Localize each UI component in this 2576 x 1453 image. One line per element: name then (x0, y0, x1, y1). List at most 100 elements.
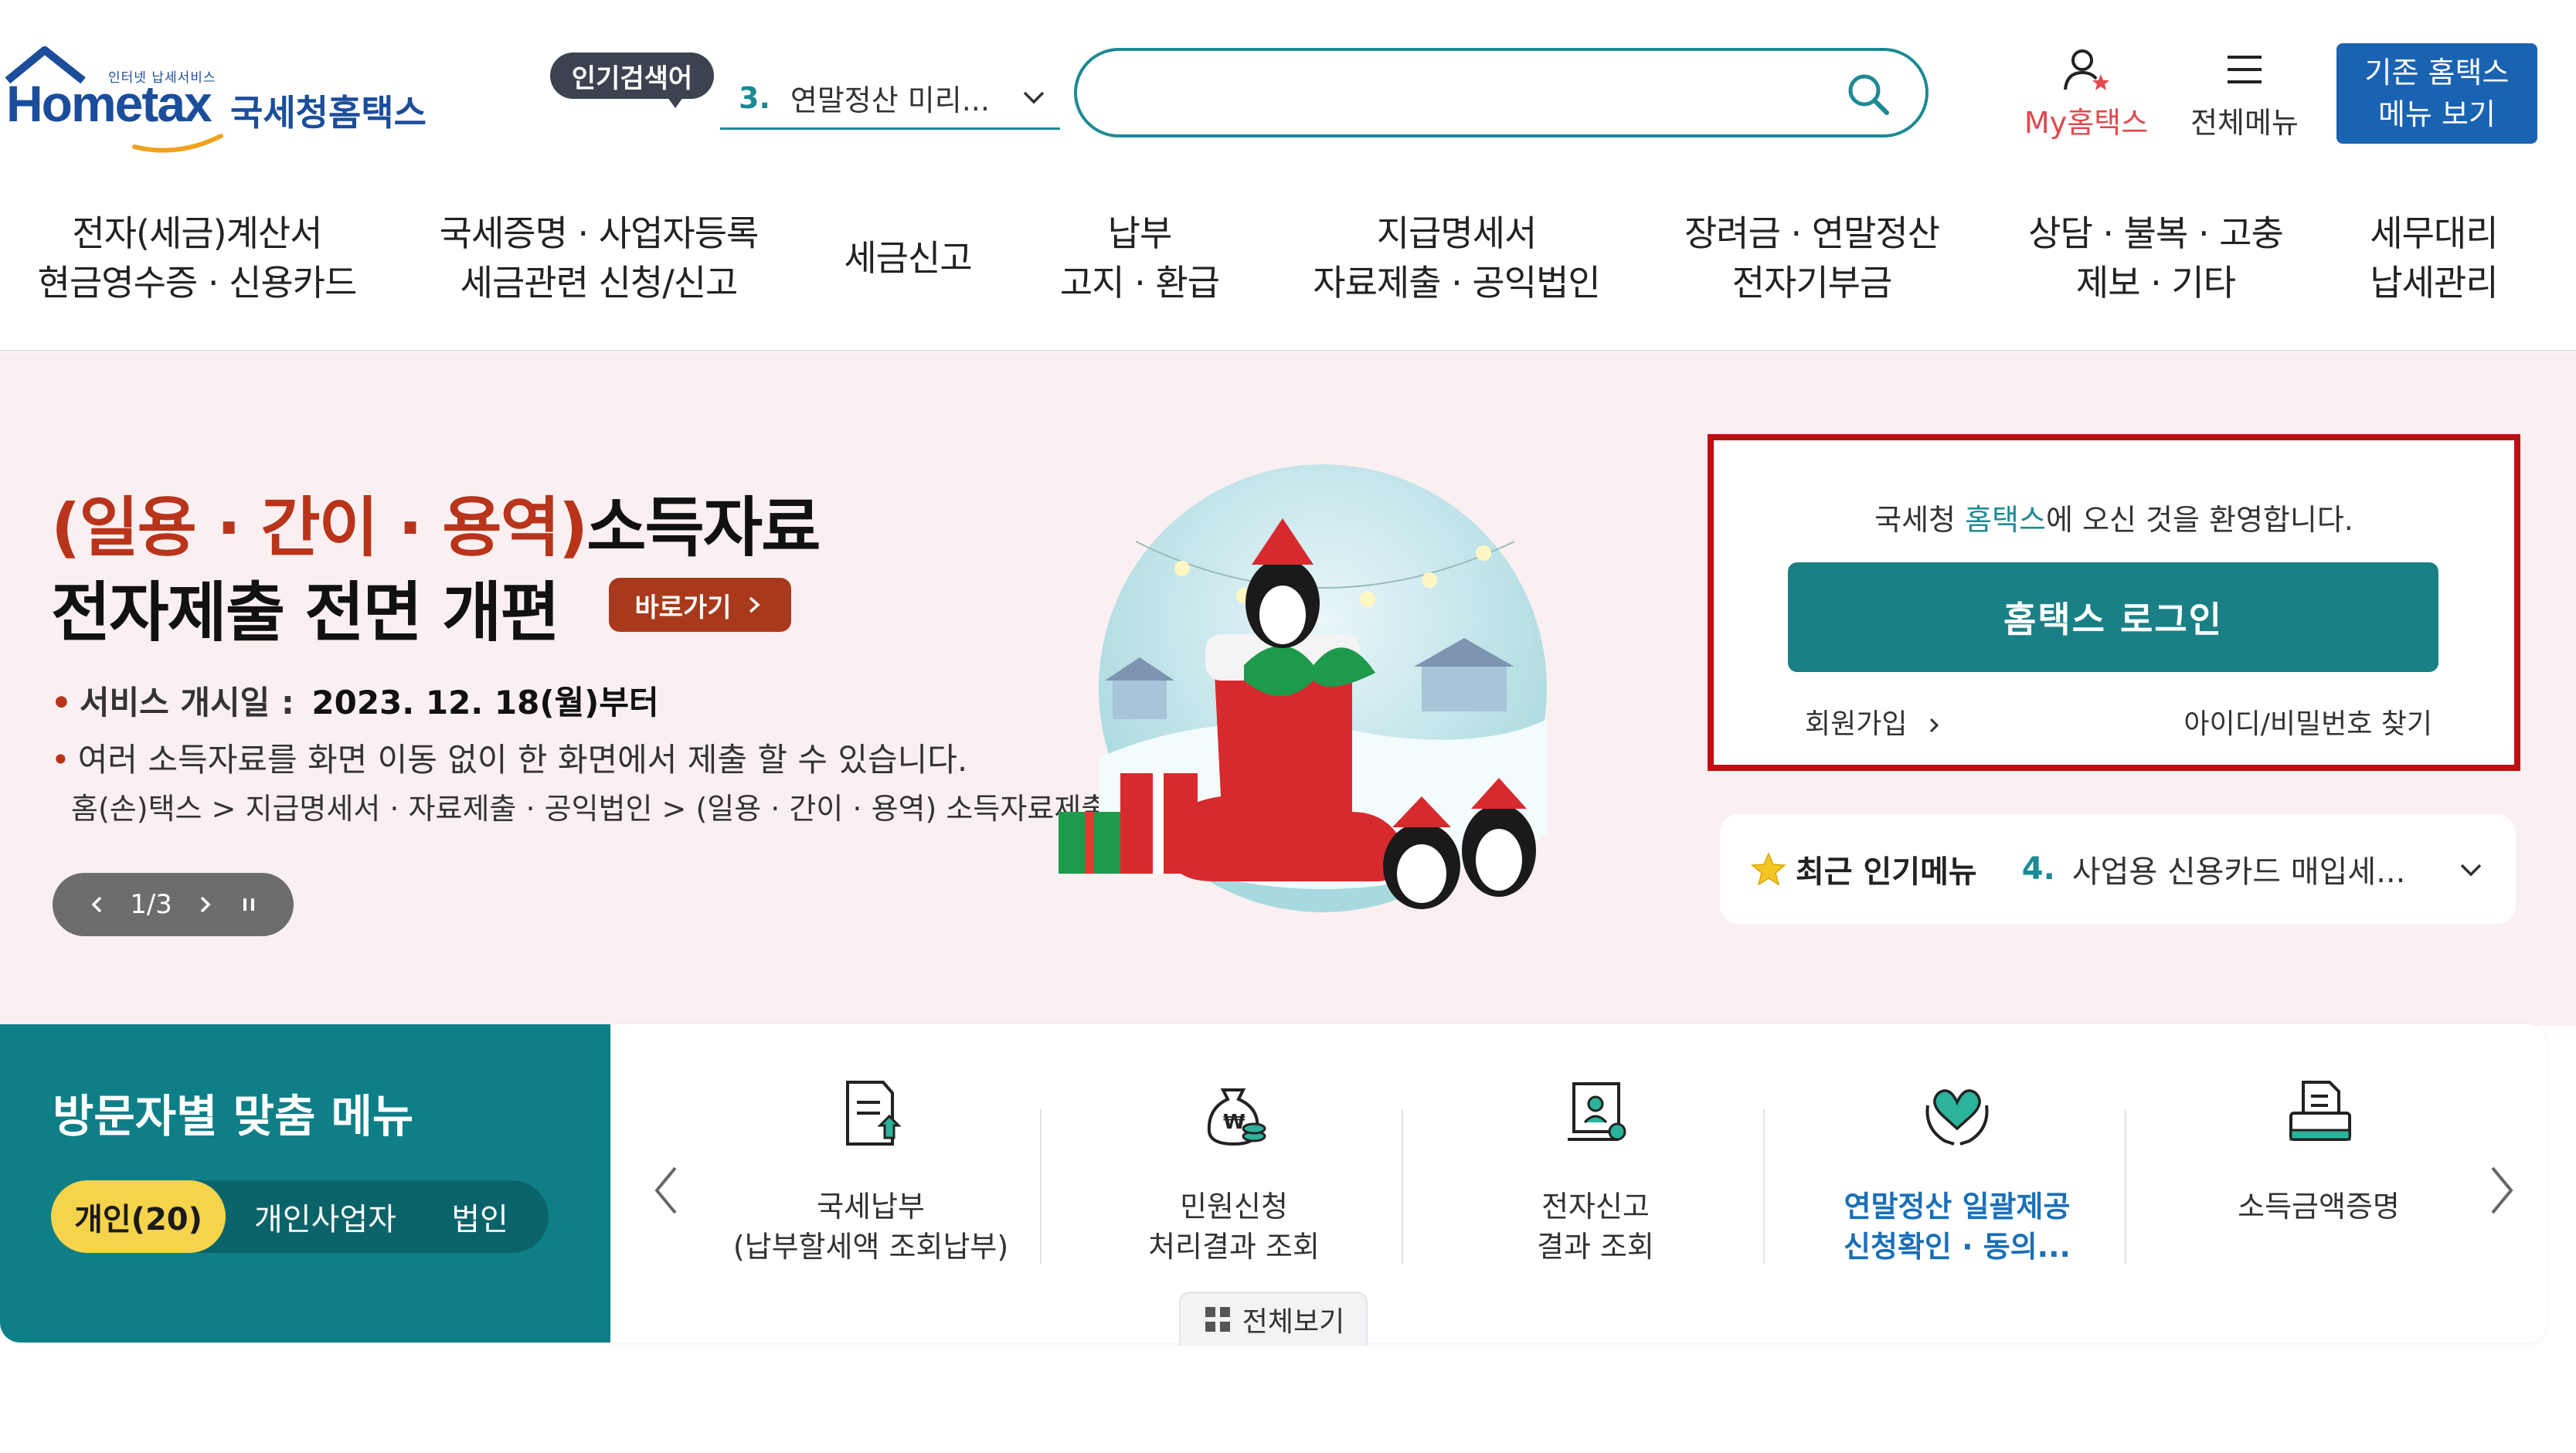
hero-description-text: 여러 소득자료를 화면 이동 없이 한 화면에서 제출 할 수 있습니다. (77, 741, 968, 779)
slide-prev-icon[interactable] (86, 893, 109, 916)
tab-corporation[interactable]: 법인 (430, 1180, 530, 1253)
hero-title-rest: 소득자료 (586, 490, 821, 565)
printer-doc-icon (2289, 1081, 2351, 1141)
legacy-menu-button[interactable]: 기존 홈택스 메뉴 보기 (2336, 43, 2537, 144)
quick-menu-panel: 국세납부 (납부할세액 조회납부) ₩ 민원신청 처리결과 조회 전자신고 결과… (610, 1024, 2547, 1346)
pause-icon[interactable] (237, 893, 260, 916)
quick-item-label: 소득금액증명 (2238, 1190, 2400, 1224)
gnb-label: 전자(세금)계산서 (72, 212, 322, 254)
header: 인터넷 납세서비스 Hometax 국세청홈택스 인기검색어 3. 연말정산 미… (0, 0, 2576, 166)
quick-item-sublabel: 결과 조회 (1537, 1230, 1654, 1264)
hometax-login-button[interactable]: 홈택스 로그인 (1788, 562, 2438, 672)
gnb-label: 지급명세서 (1376, 212, 1538, 254)
svg-text:₩: ₩ (1223, 1111, 1246, 1134)
welcome-suffix: 에 오신 것을 환영합니다. (2045, 503, 2353, 537)
all-menu-label: 전체메뉴 (2190, 106, 2299, 140)
search-input[interactable] (1108, 66, 1803, 121)
visitor-tabs: 개인(20) 개인사업자 법인 (51, 1180, 549, 1253)
join-link[interactable]: 회원가입 (1805, 701, 1944, 742)
popular-search-badge: 인기검색어 (550, 53, 714, 108)
hero-title-line1: (일용 · 간이 · 용역)소득자료 (51, 476, 821, 569)
heart-hands-icon (1925, 1089, 1989, 1146)
gnb-item-tax-agent[interactable]: 세무대리 납세관리 (2349, 209, 2519, 317)
popular-search-select[interactable]: 3. 연말정산 미리... (720, 68, 1060, 130)
gnb-item-certificate[interactable]: 국세증명 · 사업자등록 세금관련 신청/신고 (433, 209, 765, 317)
hero-description: • 여러 소득자료를 화면 이동 없이 한 화면에서 제출 할 수 있습니다. (51, 741, 968, 779)
slide-next-icon[interactable] (193, 893, 216, 916)
gnb-label: 세금신고 (844, 237, 972, 279)
recent-menu-rank: 4. (2021, 851, 2055, 887)
gnb-label: 자료제출 · 공익법인 (1313, 262, 1600, 304)
gnb-label: 상담 · 불복 · 고충 (2028, 212, 2284, 254)
quick-item-e-filing-result[interactable]: 전자신고 결과 조회 (1415, 1071, 1776, 1287)
christmas-penguin-illustration (1059, 464, 1547, 912)
quick-item-tax-payment[interactable]: 국세납부 (납부할세액 조회납부) (691, 1071, 1051, 1287)
gnb-label: 납세관리 (2370, 262, 2498, 304)
quick-item-income-certificate[interactable]: 소득금액증명 (2139, 1071, 2499, 1287)
hamburger-menu-icon (2228, 56, 2262, 83)
gnb-item-payment-statement[interactable]: 지급명세서 자료제출 · 공익법인 (1298, 209, 1615, 317)
search-icon[interactable] (1845, 71, 1891, 117)
gnb-item-e-invoice[interactable]: 전자(세금)계산서 현금영수증 · 신용카드 (31, 209, 363, 317)
tab-individual[interactable]: 개인(20) (51, 1180, 226, 1253)
view-all-button[interactable]: 전체보기 (1179, 1292, 1368, 1346)
quick-item-label: 민원신청 (1180, 1190, 1288, 1224)
divider (1040, 1109, 1042, 1264)
quick-item-year-end-consent[interactable]: 연말정산 일괄제공 신청확인 · 동의... (1777, 1071, 2137, 1287)
logo-korean-name: 국세청홈택스 (230, 92, 427, 134)
gnb-item-payment[interactable]: 납부 고지 · 환급 (1051, 209, 1229, 317)
recent-menu-text: 사업용 신용카드 매입세... (2071, 854, 2406, 890)
money-bag-icon: ₩ (1207, 1088, 1266, 1146)
chevron-right-icon (749, 596, 760, 613)
e-filing-icon (1568, 1082, 1626, 1141)
login-card: 국세청 홈택스에 오신 것을 환영합니다. 홈택스 로그인 회원가입 아이디/비… (1708, 434, 2520, 771)
my-hometax-label: My홈택스 (2024, 106, 2149, 140)
gnb-item-consulting[interactable]: 상담 · 불복 · 고충 제보 · 기타 (2009, 209, 2302, 317)
welcome-highlight: 홈택스 (1965, 503, 2046, 537)
tab-sole-proprietor[interactable]: 개인사업자 (236, 1180, 414, 1253)
gnb-item-tax-filing[interactable]: 세금신고 (819, 209, 997, 317)
service-start-label: 서비스 개시일 : (79, 684, 294, 721)
go-button[interactable]: 바로가기 (609, 578, 791, 632)
gnb-label: 고지 · 환급 (1059, 262, 1220, 304)
welcome-message: 국세청 홈택스에 오신 것을 환영합니다. (1714, 496, 2514, 538)
chevron-down-icon (1023, 91, 1045, 104)
divider (1402, 1109, 1403, 1264)
chevron-right-icon (1929, 718, 1939, 733)
logo-wordmark: Hometax (6, 75, 212, 132)
quick-item-civil-request[interactable]: ₩ 민원신청 처리결과 조회 (1054, 1071, 1414, 1287)
join-label: 회원가입 (1805, 708, 1908, 740)
all-menu-button[interactable]: 전체메뉴 (2179, 46, 2310, 147)
quick-item-sublabel: 신청확인 · 동의... (1844, 1230, 2071, 1264)
recent-popular-menu[interactable]: 최근 인기메뉴 4. 사업용 신용카드 매입세... (1720, 814, 2516, 924)
popular-keyword: 연말정산 미리... (790, 83, 990, 117)
service-start-value: 2023. 12. 18(월)부터 (311, 684, 659, 721)
go-button-label: 바로가기 (634, 592, 732, 623)
hometax-logo[interactable]: 인터넷 납세서비스 Hometax 국세청홈택스 (0, 45, 433, 153)
hero-title-accent: (일용 · 간이 · 용역) (51, 490, 588, 565)
find-account-link[interactable]: 아이디/비밀번호 찾기 (2183, 701, 2432, 742)
search-box (1074, 48, 1929, 137)
user-star-icon (2064, 49, 2109, 90)
recent-menu-title: 최근 인기메뉴 (1796, 854, 1977, 890)
gnb-label: 장려금 · 연말정산 (1684, 212, 1940, 254)
gnb-label: 국세증명 · 사업자등록 (439, 212, 760, 254)
gnb-label: 전자기부금 (1731, 262, 1893, 304)
gnb-label: 세무대리 (2370, 212, 2498, 254)
my-hometax-button[interactable]: My홈택스 (2017, 46, 2156, 147)
chevron-left-icon[interactable] (649, 1163, 683, 1217)
gnb-label: 세금관련 신청/신고 (460, 262, 739, 304)
gnb-label: 납부 (1107, 212, 1173, 254)
quick-item-label: 전자신고 (1541, 1190, 1650, 1224)
welcome-prefix: 국세청 (1874, 503, 1966, 537)
slide-controls: 1/3 (53, 873, 294, 936)
hero-banner: (일용 · 간이 · 용역)소득자료 전자제출 전면 개편 바로가기 • 서비스 … (0, 352, 2576, 1026)
logo-swoosh-icon (132, 134, 223, 153)
gnb-item-year-end[interactable]: 장려금 · 연말정산 전자기부금 (1661, 209, 1963, 317)
service-start-date: • 서비스 개시일 : 2023. 12. 18(월)부터 (51, 684, 659, 721)
legacy-menu-line2: 메뉴 보기 (2378, 97, 2496, 131)
quick-item-sublabel: 처리결과 조회 (1148, 1230, 1320, 1264)
quick-item-sublabel: (납부할세액 조회납부) (732, 1230, 1009, 1264)
divider (2125, 1109, 2126, 1264)
chevron-right-icon[interactable] (2485, 1163, 2519, 1217)
